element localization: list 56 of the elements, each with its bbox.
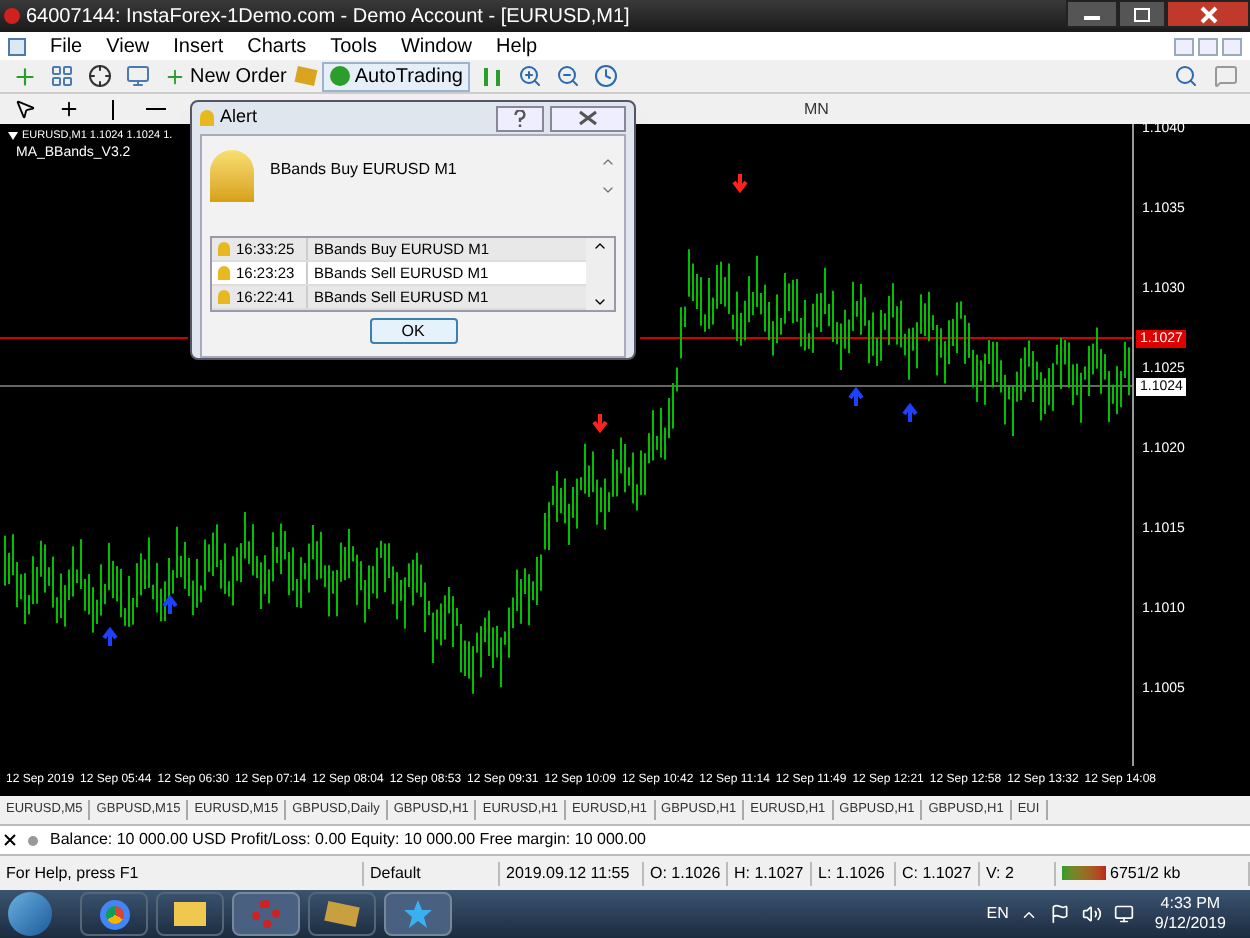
monitor-icon[interactable] <box>122 62 154 90</box>
status-bar-field: O: 1.1026 <box>644 861 728 885</box>
profiles-icon[interactable] <box>46 62 78 90</box>
new-order-button[interactable]: New Order <box>160 61 291 91</box>
browser-taskbar-icon[interactable] <box>80 892 148 936</box>
traffic-meter-icon <box>1062 866 1106 880</box>
menu-item[interactable]: Window <box>400 31 473 61</box>
window-title: 64007144: InstaForex-1Demo.com - Demo Account - [EURUSD,M1] <box>26 3 630 31</box>
ok-button[interactable]: OK <box>369 318 457 344</box>
close-button[interactable] <box>1166 0 1250 28</box>
clock-icon[interactable] <box>590 62 623 90</box>
status-bar-field: Default <box>364 861 500 885</box>
menu-item[interactable]: View <box>106 31 150 61</box>
account-summary: Balance: 10 000.00 USD Profit/Loss: 0.00 Equity: 10 000.00 Free margin: 10 000.00 <box>50 828 646 852</box>
flag-icon[interactable] <box>1050 904 1071 924</box>
scroll-up-icon[interactable] <box>592 238 608 254</box>
close-icon <box>578 110 598 126</box>
menu-item[interactable]: Help <box>496 31 538 61</box>
status-bar-field: For Help, press F1 <box>0 861 364 885</box>
alert-message: BBands Buy EURUSD M1 <box>270 158 457 182</box>
close-button[interactable] <box>550 105 626 131</box>
crosshair-icon[interactable] <box>84 62 116 90</box>
help-button[interactable] <box>496 105 544 131</box>
language-indicator[interactable]: EN <box>986 902 1009 926</box>
menu-item[interactable]: Charts <box>247 31 307 61</box>
status-bar-field: L: 1.1026 <box>812 861 896 885</box>
close-icon <box>1199 5 1217 23</box>
clock-date: 9/12/2019 <box>1154 914 1226 934</box>
dropdown-triangle-icon[interactable] <box>8 132 18 140</box>
status-bar-field: 2019.09.12 11:55 <box>500 861 644 885</box>
menu-item[interactable]: Insert <box>173 31 224 61</box>
status-bar-field: 6751/2 kb <box>1056 861 1250 885</box>
status-bar-field: H: 1.1027 <box>728 861 812 885</box>
status-bar-field: C: 1.1027 <box>896 861 980 885</box>
document-icon <box>8 37 26 55</box>
plus-icon <box>164 65 186 87</box>
dialog-title: Alert <box>220 104 258 131</box>
menu-item[interactable]: Tools <box>330 31 377 61</box>
volume-icon[interactable] <box>1082 904 1103 924</box>
search-icon[interactable] <box>1170 62 1202 90</box>
folder-taskbar-icon[interactable] <box>156 892 224 936</box>
star-taskbar-icon[interactable] <box>384 892 452 936</box>
network-icon[interactable] <box>1114 904 1135 924</box>
start-button[interactable] <box>8 892 52 936</box>
bell-icon <box>210 150 254 202</box>
question-mark-icon <box>514 109 526 127</box>
bell-icon <box>200 110 214 126</box>
menu-item[interactable]: File <box>50 31 83 61</box>
minimize-button[interactable] <box>1066 0 1118 28</box>
timeframe-button[interactable]: MN <box>804 97 829 121</box>
status-bar-field: V: 2 <box>980 861 1056 885</box>
close-icon[interactable] <box>4 834 16 846</box>
maximize-button[interactable] <box>1118 0 1166 28</box>
auto-trading-button[interactable]: AutoTrading <box>322 61 471 91</box>
scroll-down-icon[interactable] <box>592 294 608 310</box>
clock-time: 4:33 PM <box>1160 894 1221 914</box>
